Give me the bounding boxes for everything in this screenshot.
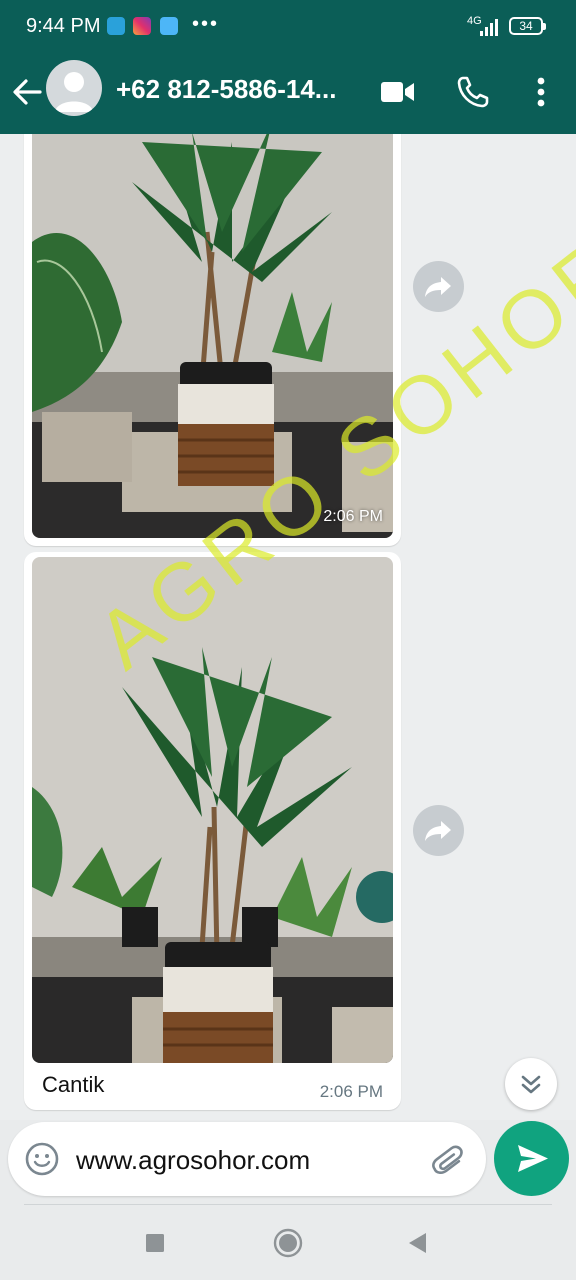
image-message[interactable]: Cantik 2:06 PM [24,552,401,1110]
plant-photo[interactable] [32,557,393,1063]
arrow-left-icon[interactable] [10,72,44,112]
messenger-notification-icon [160,17,178,35]
chat-area[interactable]: 2:06 PM Cantik 2:06 PM AGRO SOHOR [0,134,576,1120]
paperclip-icon[interactable] [430,1140,470,1180]
home-icon[interactable] [270,1225,306,1261]
message-time: 2:06 PM [319,1082,383,1101]
back-triangle-icon[interactable] [400,1225,436,1261]
system-navigation-bar [0,1205,576,1280]
more-notifications-icon: ••• [192,13,220,35]
plant-photo[interactable] [32,134,393,538]
forward-icon[interactable] [413,805,464,856]
instagram-notification-icon [133,17,151,35]
contact-name[interactable]: +62 812-5886-14... [116,74,362,105]
message-time: 2:06 PM [323,508,383,525]
signal-icon [478,18,502,36]
message-caption: Cantik [42,1072,105,1097]
recent-apps-icon[interactable] [137,1225,173,1261]
telegram-notification-icon [107,17,125,35]
more-vert-icon[interactable] [519,70,563,114]
battery-icon: 34 [509,17,546,35]
emoji-icon[interactable] [24,1141,60,1177]
send-button[interactable] [494,1121,569,1196]
phone-icon[interactable] [451,70,495,114]
message-input[interactable] [76,1142,416,1178]
double-chevron-down-icon[interactable] [505,1058,557,1110]
status-time: 9:44 PM [26,15,101,37]
message-composer [8,1122,486,1196]
avatar[interactable] [46,60,102,116]
video-camera-icon[interactable] [375,70,419,114]
chat-header: +62 812-5886-14... [0,52,576,134]
status-bar: 9:44 PM ••• 4G 34 [0,0,576,52]
forward-icon[interactable] [413,261,464,312]
image-message[interactable]: 2:06 PM [24,134,401,546]
